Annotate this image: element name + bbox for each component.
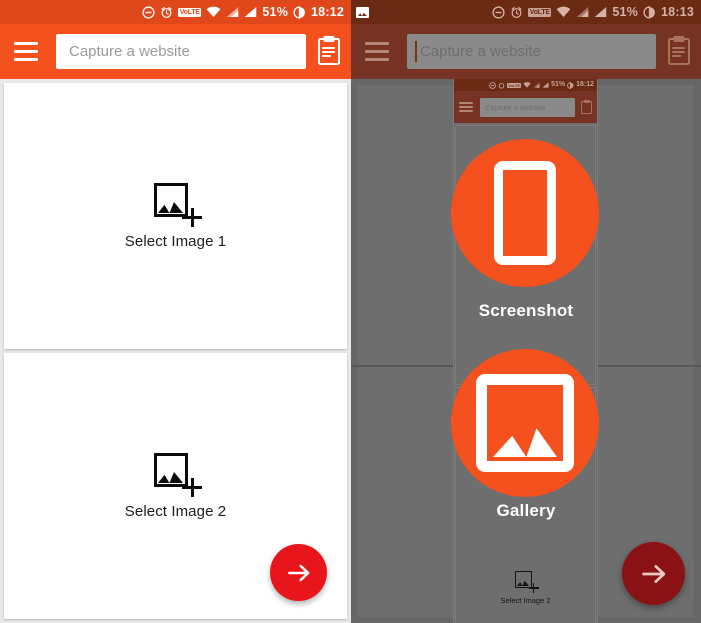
alarm-icon xyxy=(161,6,172,18)
add-image-icon xyxy=(150,182,202,227)
card-list: Select Image 1 Select Image 2 xyxy=(0,79,351,623)
text-caret xyxy=(415,41,417,62)
tutorial-dim-overlay[interactable]: VoLTE 51% 18:12 Capture a website Select… xyxy=(351,79,701,623)
tutorial-next-fab-button[interactable] xyxy=(622,542,685,605)
left-panel-app-screen: VoLTE 51% 18:12 Capture a website Select… xyxy=(0,0,351,623)
dual-screenshot-comparison: VoLTE 51% 18:12 Capture a website Select… xyxy=(0,0,701,623)
select-image-2-card[interactable]: Select Image 2 xyxy=(4,353,347,619)
wifi-icon xyxy=(207,6,221,17)
battery-percentage: 51% xyxy=(262,5,289,19)
clock-time: 18:12 xyxy=(311,5,344,19)
tutorial-screenshot-title: Screenshot xyxy=(478,301,574,320)
signal-1-icon xyxy=(577,6,589,18)
alarm-icon xyxy=(511,6,522,18)
arrow-right-icon xyxy=(641,564,665,583)
select-image-2-label: Select Image 2 xyxy=(124,502,227,520)
battery-icon xyxy=(293,5,305,19)
hamburger-icon[interactable] xyxy=(11,37,41,67)
add-image-icon xyxy=(513,571,539,593)
clipboard-icon xyxy=(581,99,592,114)
app-toolbar: Capture a website xyxy=(351,24,701,79)
search-placeholder: Capture a website xyxy=(420,43,541,60)
volte-icon: VoLTE xyxy=(507,82,522,88)
dnd-icon xyxy=(489,81,496,89)
select-image-1-label: Select Image 1 xyxy=(124,232,227,250)
status-bar: VoLTE 51% 18:13 xyxy=(351,0,701,24)
signal-1-icon xyxy=(533,82,540,88)
preview-card-label: Select Image 2 xyxy=(500,596,551,605)
status-bar: VoLTE 51% 18:12 xyxy=(0,0,351,24)
battery-percentage: 51% xyxy=(612,5,639,19)
clock-time: 18:13 xyxy=(661,5,694,19)
preview-search-input: Capture a website xyxy=(480,97,575,117)
gallery-image-icon xyxy=(476,374,574,472)
volte-icon: VoLTE xyxy=(528,7,552,17)
signal-2-icon xyxy=(542,82,549,88)
hamburger-icon xyxy=(459,102,473,112)
preview-clock-time: 18:12 xyxy=(576,81,594,88)
search-placeholder: Capture a website xyxy=(69,43,190,60)
clipboard-icon[interactable] xyxy=(668,36,690,65)
next-fab-button[interactable] xyxy=(270,544,327,601)
volte-icon: VoLTE xyxy=(178,7,202,17)
clipboard-icon[interactable] xyxy=(318,36,340,65)
preview-status-bar: VoLTE 51% 18:12 xyxy=(454,79,597,91)
signal-2-icon xyxy=(595,6,607,18)
search-input[interactable]: Capture a website xyxy=(56,34,306,69)
phone-icon xyxy=(494,161,556,265)
preview-search-placeholder: Capture a website xyxy=(485,102,546,112)
alarm-icon xyxy=(498,82,505,89)
dnd-icon xyxy=(142,5,155,19)
battery-percentage: 51% xyxy=(551,81,566,88)
wifi-icon xyxy=(523,82,531,88)
tutorial-gallery-title: Gallery xyxy=(496,501,556,520)
signal-2-icon xyxy=(245,6,257,18)
tutorial-screenshot-circle[interactable] xyxy=(451,139,599,287)
add-image-icon xyxy=(150,452,202,497)
wifi-icon xyxy=(557,6,571,17)
preview-toolbar: Capture a website xyxy=(454,91,597,123)
gallery-notification-icon xyxy=(356,6,369,18)
battery-icon xyxy=(567,81,574,89)
dnd-icon xyxy=(492,5,505,19)
app-toolbar: Capture a website xyxy=(0,24,351,79)
arrow-right-icon xyxy=(287,564,309,581)
signal-1-icon xyxy=(227,6,239,18)
right-panel-tutorial-overlay: VoLTE 51% 18:13 Capture a website VoLTE … xyxy=(351,0,701,623)
tutorial-gallery-circle[interactable] xyxy=(451,349,599,497)
battery-icon xyxy=(643,5,655,19)
hamburger-icon[interactable] xyxy=(362,37,392,67)
select-image-1-card[interactable]: Select Image 1 xyxy=(4,83,347,349)
search-input[interactable]: Capture a website xyxy=(407,34,656,69)
